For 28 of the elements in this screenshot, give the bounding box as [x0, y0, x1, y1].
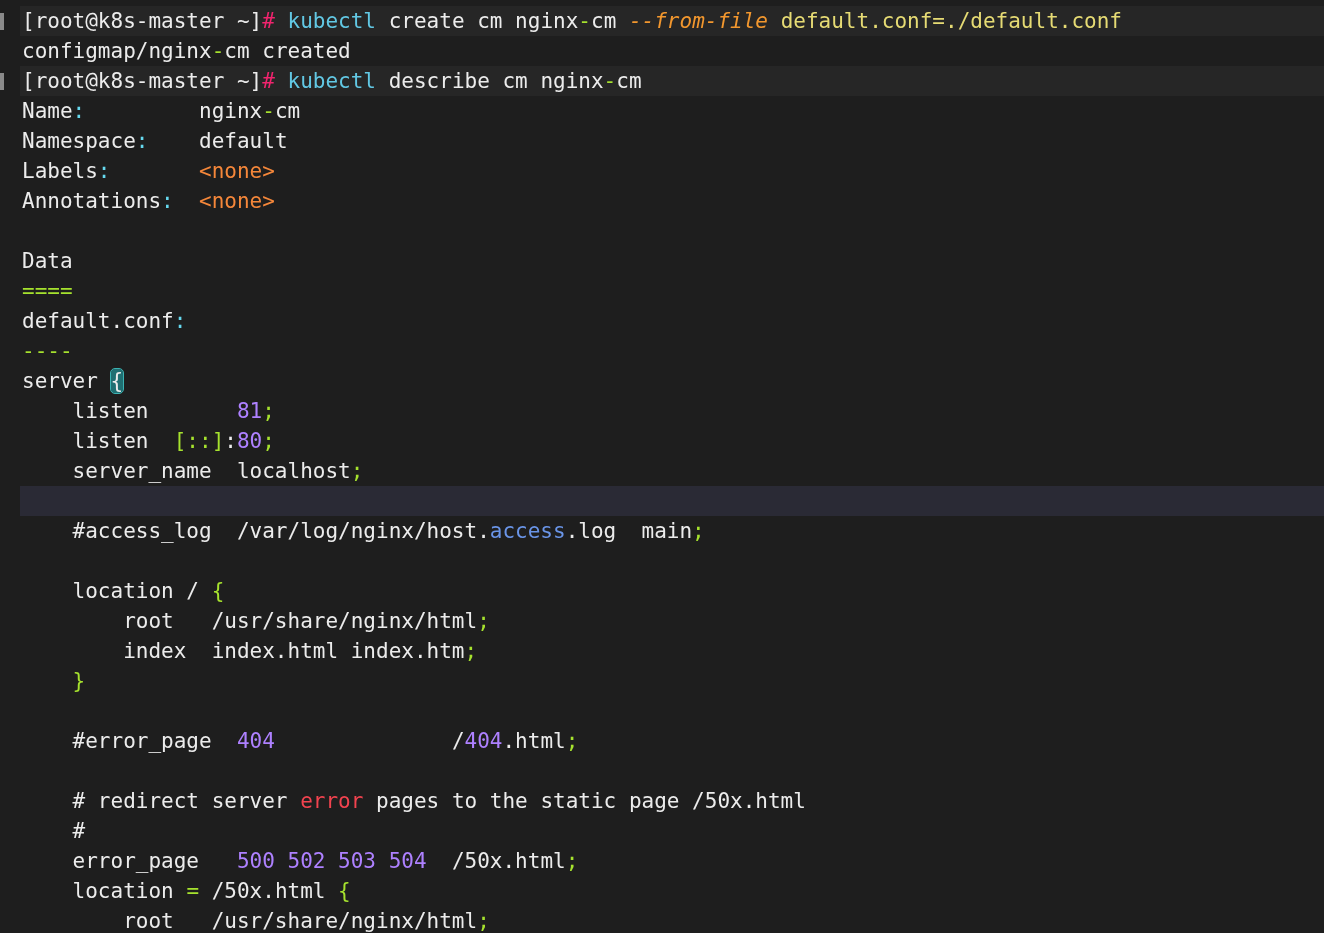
output-text: listen [::]:80;: [71, 429, 275, 453]
output-text: # redirect server error pages to the static page /50x.html: [71, 789, 806, 813]
output-text: index index.html index.htm;: [122, 639, 478, 663]
output-text: Name: nginx-cm: [21, 99, 301, 123]
output-text: listen 81;: [71, 399, 275, 423]
output-text: ====: [21, 279, 73, 303]
command-text: [root@k8s-master ~]# kubectl create cm nginx-cm --from-file default.conf=./default.conf: [21, 9, 1122, 33]
output-text: Labels: <none>: [21, 159, 275, 183]
output-text: }: [71, 669, 86, 693]
output-text: root /usr/share/nginx/html;: [122, 909, 490, 933]
output-text: location / {: [71, 579, 225, 603]
output-text: ----: [21, 339, 73, 363]
output-text: Annotations: <none>: [21, 189, 275, 213]
output-text: #access_log /var/log/nginx/host.access.log main;: [71, 519, 705, 543]
output-text: Data: [21, 249, 73, 273]
output-text: location = /50x.html {: [71, 879, 351, 903]
output-text: Namespace: default: [21, 129, 288, 153]
output-text: #: [71, 819, 86, 843]
output-text: server_name localhost;: [71, 459, 364, 483]
output-text: error_page 500 502 503 504 /50x.html;: [71, 849, 579, 873]
command-text: [root@k8s-master ~]# kubectl describe cm nginx-cm: [21, 69, 642, 93]
output-text: configmap/nginx-cm created: [21, 39, 351, 63]
output-text: #error_page 404 /404.html;: [71, 729, 579, 753]
output-text: server {: [21, 369, 124, 393]
output-text: default.conf:: [21, 309, 187, 333]
prompt-marker: [0, 73, 4, 90]
prompt-marker: [0, 13, 4, 30]
output-text: root /usr/share/nginx/html;: [122, 609, 490, 633]
